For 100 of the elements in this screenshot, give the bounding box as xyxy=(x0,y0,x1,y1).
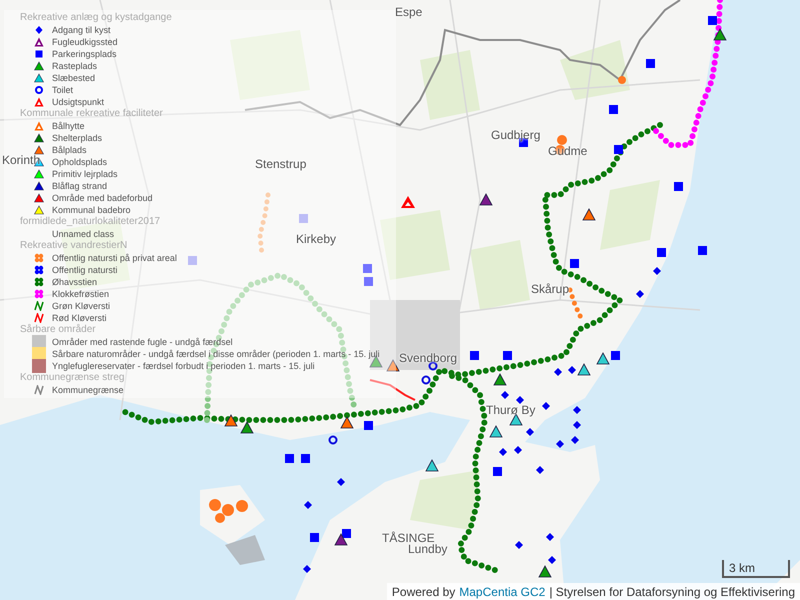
square-marker-icon[interactable] xyxy=(470,351,479,360)
legend-label: Primitiv lejrplads xyxy=(52,168,118,180)
legend-label: Rasteplads xyxy=(52,60,98,72)
triangle-marker-icon[interactable] xyxy=(538,565,552,578)
place-label: Kirkeby xyxy=(296,233,336,245)
place-label: Lundby xyxy=(408,543,448,555)
square-marker-icon[interactable] xyxy=(188,256,197,265)
square-marker-icon[interactable] xyxy=(674,182,683,191)
diamond-marker-icon[interactable] xyxy=(501,391,509,399)
diamond-marker-icon[interactable] xyxy=(573,421,581,429)
forest-area xyxy=(560,40,630,100)
attribution-text: | Styrelsen for Dataforsyning og Effektivisering xyxy=(549,584,795,600)
legend-label: Parkeringsplads xyxy=(52,48,117,60)
diamond-marker-icon[interactable] xyxy=(526,428,534,436)
square-marker-icon[interactable] xyxy=(503,351,512,360)
legend-label: Fugleudkigssted xyxy=(52,36,118,48)
legend-heading: Kommunegrænse streg xyxy=(20,372,124,384)
dot-cluster-icon[interactable] xyxy=(209,499,248,523)
triangle-marker-icon[interactable] xyxy=(489,425,503,438)
diamond-marker-icon[interactable] xyxy=(304,501,312,509)
square-marker-icon[interactable] xyxy=(285,454,294,463)
square-marker-icon[interactable] xyxy=(364,277,373,286)
legend-label: Sårbare naturområder - undgå færdsel i disse områder (perioden 1. marts - 15. juli xyxy=(52,348,380,360)
ring-marker-icon[interactable] xyxy=(422,376,430,384)
square-marker-icon[interactable] xyxy=(570,259,579,268)
square-marker-icon[interactable] xyxy=(301,454,310,463)
diamond-marker-icon[interactable] xyxy=(542,402,550,410)
square-marker-icon[interactable] xyxy=(310,533,319,542)
scale-bar: 3 km xyxy=(722,560,790,578)
diamond-marker-icon[interactable] xyxy=(303,565,311,573)
legend-label: Bålhytte xyxy=(52,120,85,132)
rock-area xyxy=(225,535,265,565)
legend-label: Kommunal badebro xyxy=(52,204,131,216)
square-marker-icon[interactable] xyxy=(708,16,717,25)
triangle-marker-icon[interactable] xyxy=(425,459,439,472)
diamond-marker-icon[interactable] xyxy=(548,556,556,564)
diamond-marker-icon[interactable] xyxy=(573,406,581,414)
legend-heading: formidlede_naturlokaliteter2017 xyxy=(20,216,160,228)
triangle-marker-icon[interactable] xyxy=(713,28,727,40)
diamond-marker-icon[interactable] xyxy=(568,366,576,374)
attribution-link[interactable]: MapCentia GC2 xyxy=(459,582,546,600)
square-marker-icon[interactable] xyxy=(493,467,502,476)
square-marker-icon[interactable] xyxy=(363,264,372,273)
place-label: Svendborg xyxy=(399,352,458,364)
square-marker-icon[interactable] xyxy=(299,214,308,223)
legend-label: Områder med rastende fugle - undgå færdsel xyxy=(52,336,233,348)
legend-label: Toilet xyxy=(52,84,74,96)
forest-area xyxy=(470,240,530,310)
diamond-marker-icon[interactable] xyxy=(546,533,554,541)
forest-area xyxy=(600,180,660,250)
square-marker-icon[interactable] xyxy=(698,246,707,255)
legend-heading: Kommunale rekreative faciliteter xyxy=(20,108,163,120)
triangle-marker-icon[interactable] xyxy=(401,196,415,208)
triangle-marker-icon[interactable] xyxy=(582,208,596,220)
diamond-marker-icon[interactable] xyxy=(515,541,523,549)
dot-marker-icon[interactable] xyxy=(618,76,626,84)
diamond-marker-icon[interactable] xyxy=(556,440,564,448)
square-marker-icon[interactable] xyxy=(342,529,351,538)
diamond-marker-icon[interactable] xyxy=(536,466,544,474)
place-label: Thurø By xyxy=(486,404,536,416)
diamond-marker-icon[interactable] xyxy=(516,396,524,404)
square-marker-icon[interactable] xyxy=(609,105,618,114)
square-marker-icon[interactable] xyxy=(364,421,373,430)
triangle-marker-icon[interactable] xyxy=(340,416,354,428)
triangle-marker-icon[interactable] xyxy=(240,421,254,434)
place-label: Skårup xyxy=(531,283,570,295)
diamond-marker-icon[interactable] xyxy=(571,436,579,444)
triangle-marker-icon[interactable] xyxy=(334,533,348,546)
legend-label: Opholdsplads xyxy=(52,156,108,168)
place-label: Stenstrup xyxy=(255,158,306,170)
square-marker-icon[interactable] xyxy=(614,145,623,154)
square-marker-icon[interactable] xyxy=(646,59,655,68)
attribution-text: Powered by xyxy=(392,584,456,600)
legend-label: Klokkefrøstien xyxy=(52,288,110,300)
place-label: Espe xyxy=(395,6,422,18)
triangle-marker-icon[interactable] xyxy=(386,359,400,372)
trail-line[interactable] xyxy=(370,379,416,401)
diamond-marker-icon[interactable] xyxy=(653,267,661,275)
ring-marker-icon[interactable] xyxy=(328,436,338,444)
diamond-marker-icon[interactable] xyxy=(499,448,507,456)
triangle-marker-icon[interactable] xyxy=(224,414,238,426)
triangle-marker-icon[interactable] xyxy=(479,193,493,206)
legend-label: Blåflag strand xyxy=(52,180,108,192)
square-marker-icon[interactable] xyxy=(657,248,666,257)
triangle-marker-icon[interactable] xyxy=(509,413,523,426)
legend-label: Slæbested xyxy=(52,72,96,84)
diamond-marker-icon[interactable] xyxy=(636,290,644,298)
legend-label: Offentlig natursti på privat areal xyxy=(52,252,177,264)
triangle-marker-icon[interactable] xyxy=(596,352,610,364)
legend-label: Offentlig natursti xyxy=(52,264,118,276)
legend-label: Grøn Kløversti xyxy=(52,300,110,312)
legend-heading: Rekreative vandrestierN xyxy=(20,240,128,252)
legend-label: Adgang til kyst xyxy=(52,24,111,36)
triangle-marker-icon[interactable] xyxy=(493,373,507,386)
diamond-marker-icon[interactable] xyxy=(554,368,562,376)
diamond-marker-icon[interactable] xyxy=(337,478,345,486)
place-label: TÅSINGE xyxy=(382,532,435,544)
triangle-marker-icon[interactable] xyxy=(577,363,591,376)
diamond-marker-icon[interactable] xyxy=(514,446,522,454)
square-marker-icon[interactable] xyxy=(611,351,620,360)
